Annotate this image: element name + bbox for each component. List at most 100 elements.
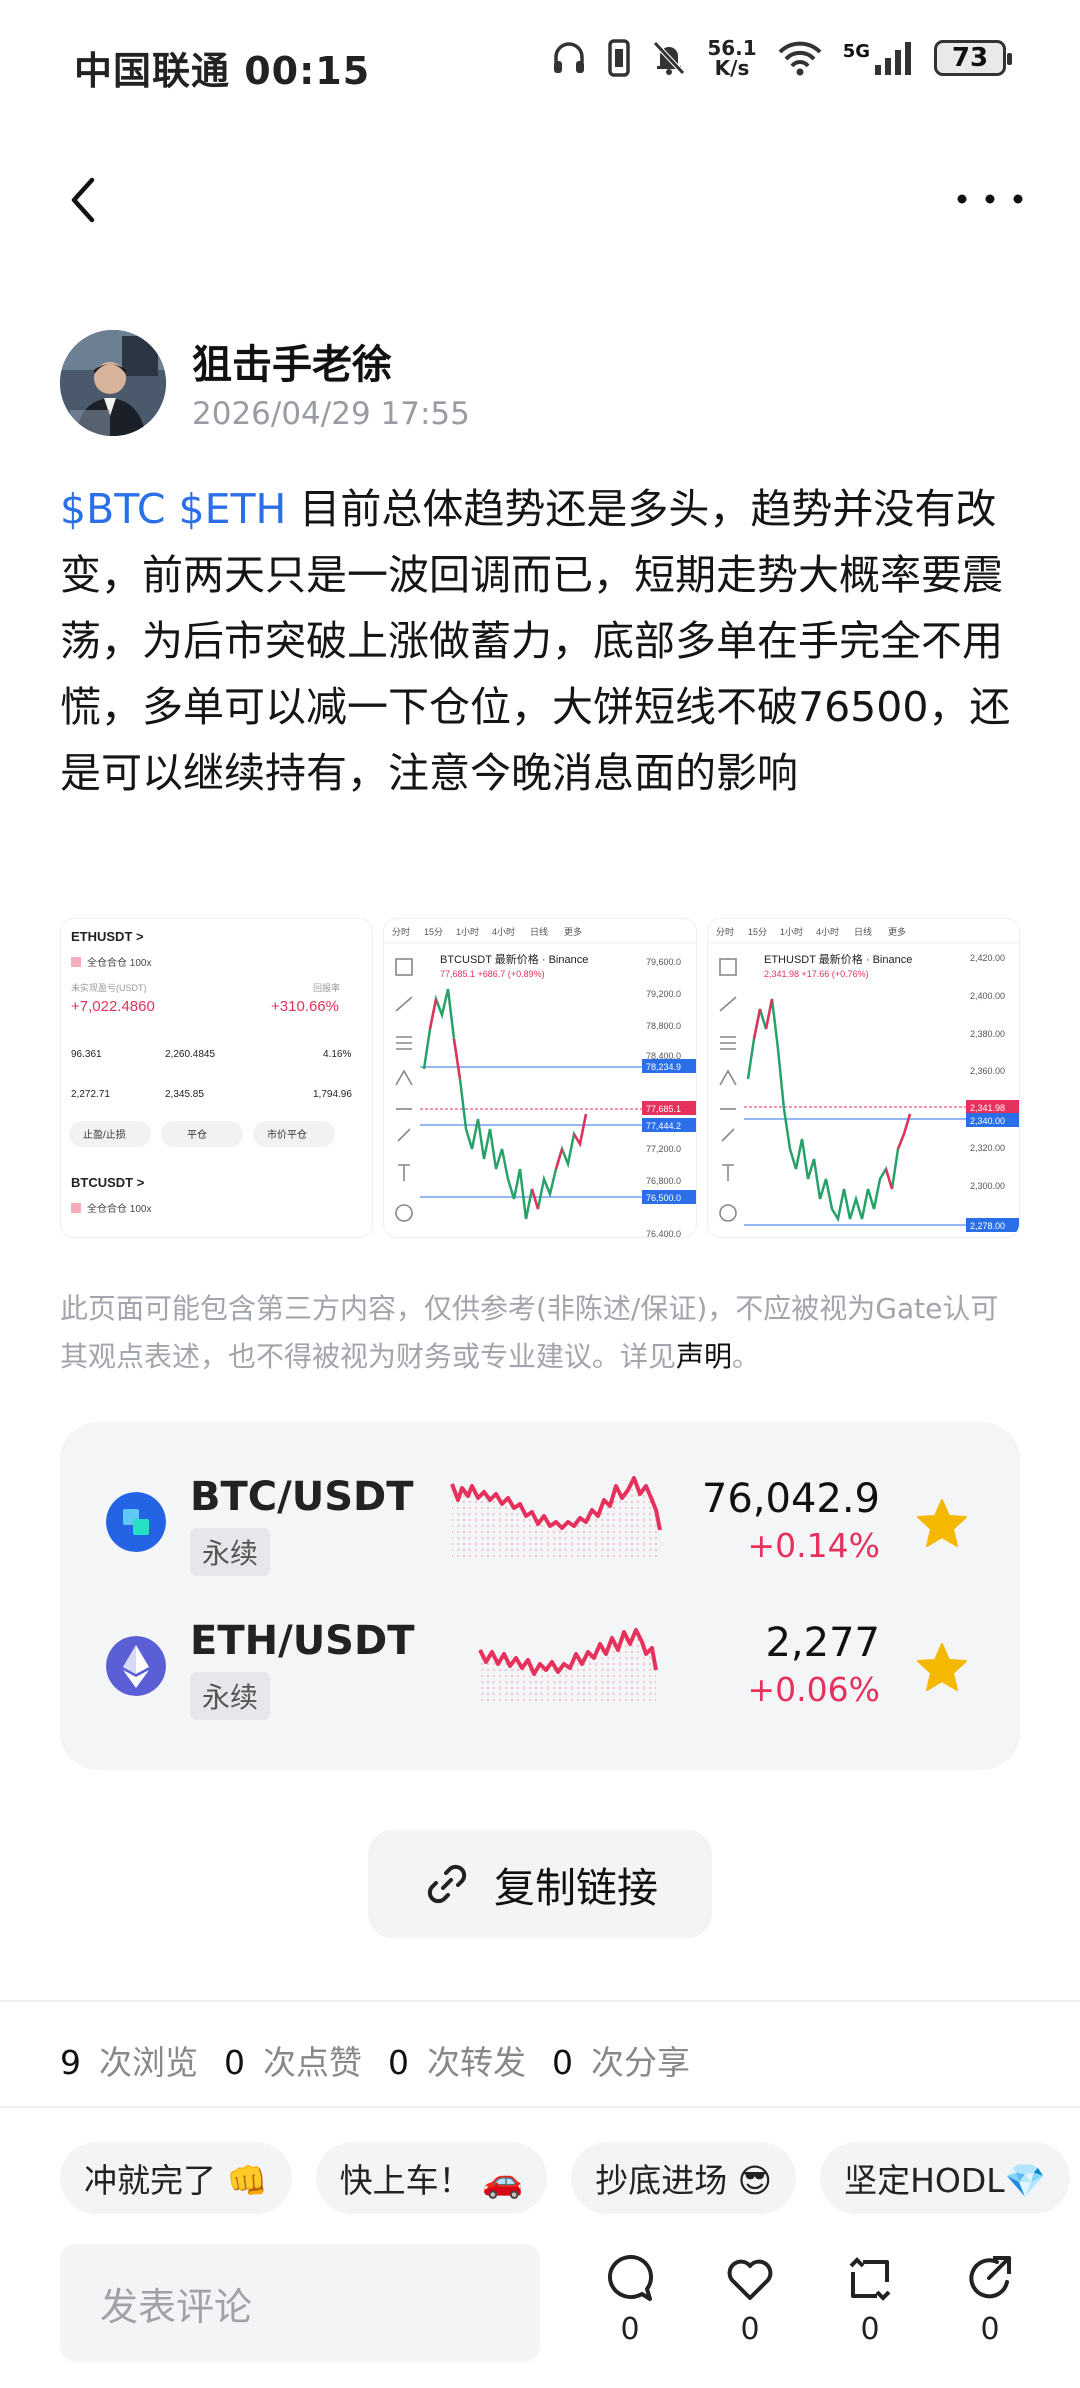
tf-5: 日线 bbox=[530, 926, 548, 937]
tf-6: 更多 bbox=[564, 926, 582, 937]
quick-reply-chip[interactable]: 冲就完了 👊 bbox=[60, 2142, 292, 2214]
pnl-label: 未实现盈亏(USDT) bbox=[71, 982, 147, 993]
avatar[interactable] bbox=[60, 330, 166, 436]
tf3-5: 日线 bbox=[854, 926, 872, 937]
eth-coin-icon bbox=[106, 1636, 166, 1696]
pos-r1c1: 96.361 bbox=[71, 1049, 102, 1060]
eth-chart-sub: 2,341.98 +17.66 (+0.76%) bbox=[764, 969, 869, 979]
status-icons: 56.1 K/s 5G 73 bbox=[551, 36, 1012, 80]
post-time: 2026/04/29 17:55 bbox=[192, 396, 470, 432]
comment-action[interactable]: 0 bbox=[590, 2252, 670, 2347]
eth-lv-5: 2,340.00 bbox=[970, 1116, 1005, 1126]
like-action[interactable]: 0 bbox=[710, 2252, 790, 2347]
image-thumbnail-position[interactable]: ETHUSDT > 全仓合仓 100x 未实现盈亏(USDT) 回报率 +7,0… bbox=[60, 918, 374, 1238]
eth-lv-3: 2,360.00 bbox=[970, 1066, 1005, 1076]
eth-chart-screenshot: 分时 15分 1小时 4小时 日线 更多 ETHUSDT 最新价格 · Bina… bbox=[707, 919, 1019, 1237]
btc-lv-2: 78,800.0 bbox=[646, 1021, 681, 1031]
speed-unit: K/s bbox=[714, 56, 750, 80]
pnl-value: +7,022.4860 bbox=[71, 998, 155, 1015]
image-thumbnail-btc-chart[interactable]: 分时 15分 1小时 4小时 日线 更多 BTCUSDT 最新价格 · Bina… bbox=[383, 918, 697, 1238]
market-row-eth[interactable]: ETH/USDT 永续 2,277 +0.06% bbox=[60, 1606, 1020, 1726]
eth-lv-1: 2,400.00 bbox=[970, 991, 1005, 1001]
pos-r2c3: 1,794.96 bbox=[313, 1089, 352, 1100]
back-arrow-icon[interactable] bbox=[56, 170, 116, 230]
perpetual-badge: 永续 bbox=[190, 1672, 271, 1720]
favorite-star-icon[interactable] bbox=[914, 1640, 970, 1696]
views-label: 次浏览 bbox=[99, 2043, 198, 2082]
perpetual-badge: 永续 bbox=[190, 1528, 271, 1576]
market-card: BTC/USDT 永续 76,042.9 +0.14% ETH/USDT 永续 … bbox=[60, 1422, 1020, 1770]
btc-lv-7: 77,200.0 bbox=[646, 1144, 681, 1154]
eth-lv-4: 2,341.98 bbox=[970, 1103, 1005, 1113]
quick-reply-chip[interactable]: 抄底进场 😎 bbox=[571, 2142, 797, 2214]
repost-action[interactable]: 0 bbox=[830, 2252, 910, 2347]
like-count: 0 bbox=[740, 2312, 760, 2347]
share-action[interactable]: 0 bbox=[950, 2252, 1030, 2347]
tf3-1: 分时 bbox=[716, 926, 734, 937]
more-options-icon[interactable] bbox=[950, 174, 1030, 224]
copy-link-label: 复制链接 bbox=[494, 1864, 658, 1912]
close-button: 平仓 bbox=[187, 1128, 207, 1141]
btc-lv-6: 77,444.2 bbox=[646, 1121, 681, 1131]
bell-muted-icon bbox=[653, 41, 686, 75]
quick-reply-chip[interactable]: 坚定HODL💎 bbox=[820, 2142, 1070, 2214]
reposts-label: 次转发 bbox=[427, 2043, 526, 2082]
btc-sparkline bbox=[450, 1476, 662, 1560]
author-name[interactable]: 狙击手老徐 bbox=[192, 332, 392, 390]
pair-price: 76,042.9 bbox=[701, 1476, 880, 1522]
shares-label: 次分享 bbox=[591, 2043, 690, 2082]
tf3-6: 更多 bbox=[888, 926, 906, 937]
headphones-icon bbox=[554, 42, 585, 73]
tf-4: 4小时 bbox=[492, 926, 515, 937]
post-body: $BTC $ETH 目前总体趋势还是多头，趋势并没有改变，前两天只是一波回调而已… bbox=[60, 476, 1030, 806]
wifi-icon bbox=[778, 41, 822, 76]
position-pair-2: BTCUSDT > bbox=[71, 1175, 145, 1190]
pair-price: 2,277 bbox=[765, 1620, 880, 1666]
position-mode-2: 全仓合仓 100x bbox=[87, 1202, 151, 1215]
market-close-button: 市价平仓 bbox=[267, 1128, 307, 1141]
btc-lv-8: 76,800.0 bbox=[646, 1176, 681, 1186]
comment-input[interactable]: 发表评论 bbox=[60, 2244, 540, 2362]
eth-lv-0: 2,420.00 bbox=[970, 953, 1005, 963]
pos-r1c2: 2,260.4845 bbox=[165, 1049, 215, 1060]
disclaimer: 此页面可能包含第三方内容，仅供参考(非陈述/保证)，不应被视为Gate认可其观点… bbox=[60, 1285, 1020, 1381]
eth-lv-6: 2,320.00 bbox=[970, 1143, 1005, 1153]
position-pair: ETHUSDT > bbox=[71, 929, 144, 944]
copy-link-button[interactable]: 复制链接 bbox=[368, 1830, 712, 1938]
quick-reply-chips: 冲就完了 👊 快上车！ 🚗 抄底进场 😎 坚定HODL💎 bbox=[60, 2142, 1070, 2214]
likes-label: 次点赞 bbox=[263, 2043, 362, 2082]
tf3-2: 15分 bbox=[748, 927, 767, 937]
image-thumbnail-eth-chart[interactable]: 分时 15分 1小时 4小时 日线 更多 ETHUSDT 最新价格 · Bina… bbox=[706, 918, 1020, 1238]
post-stats: 9 次浏览 0 次点赞 0 次转发 0 次分享 bbox=[60, 2036, 690, 2084]
likes-stat: 0 次点赞 bbox=[224, 2036, 362, 2084]
shares-count: 0 bbox=[552, 2043, 573, 2082]
btc-lv-0: 79,600.0 bbox=[646, 957, 681, 967]
image-gallery: ETHUSDT > 全仓合仓 100x 未实现盈亏(USDT) 回报率 +7,0… bbox=[60, 918, 1020, 1238]
network-type: 5G bbox=[842, 41, 870, 62]
disclaimer-end: 。 bbox=[732, 1340, 761, 1373]
reposts-stat: 0 次转发 bbox=[388, 2036, 526, 2084]
favorite-star-icon[interactable] bbox=[914, 1496, 970, 1552]
repost-icon bbox=[849, 2257, 891, 2301]
statement-link[interactable]: 声明 bbox=[676, 1340, 732, 1373]
tf-1: 分时 bbox=[392, 926, 410, 937]
market-row-btc[interactable]: BTC/USDT 永续 76,042.9 +0.14% bbox=[60, 1462, 1020, 1582]
btc-lv-4: 78,234.9 bbox=[646, 1062, 681, 1072]
pair-name: BTC/USDT bbox=[190, 1474, 414, 1520]
tf3-3: 1小时 bbox=[780, 926, 803, 937]
position-mode: 全仓合仓 100x bbox=[87, 956, 151, 969]
quick-reply-chip[interactable]: 快上车！ 🚗 bbox=[315, 2142, 548, 2214]
roe-label: 回报率 bbox=[313, 982, 340, 993]
pair-change: +0.14% bbox=[747, 1526, 880, 1565]
btc-lv-5: 77,685.1 bbox=[646, 1104, 681, 1114]
roe-value: +310.66% bbox=[271, 998, 339, 1015]
ticker-tags[interactable]: $BTC $ETH bbox=[60, 485, 286, 533]
speed-value: 56.1 bbox=[707, 36, 757, 60]
eth-lv-8: 2,278.00 bbox=[970, 1221, 1005, 1231]
position-screenshot: ETHUSDT > 全仓合仓 100x 未实现盈亏(USDT) 回报率 +7,0… bbox=[61, 919, 373, 1237]
btc-lv-10: 76,400.0 bbox=[646, 1229, 681, 1238]
divider bbox=[0, 2106, 1080, 2108]
eth-lv-7: 2,300.00 bbox=[970, 1181, 1005, 1191]
top-nav bbox=[0, 150, 1080, 250]
views-stat: 9 次浏览 bbox=[60, 2036, 198, 2084]
